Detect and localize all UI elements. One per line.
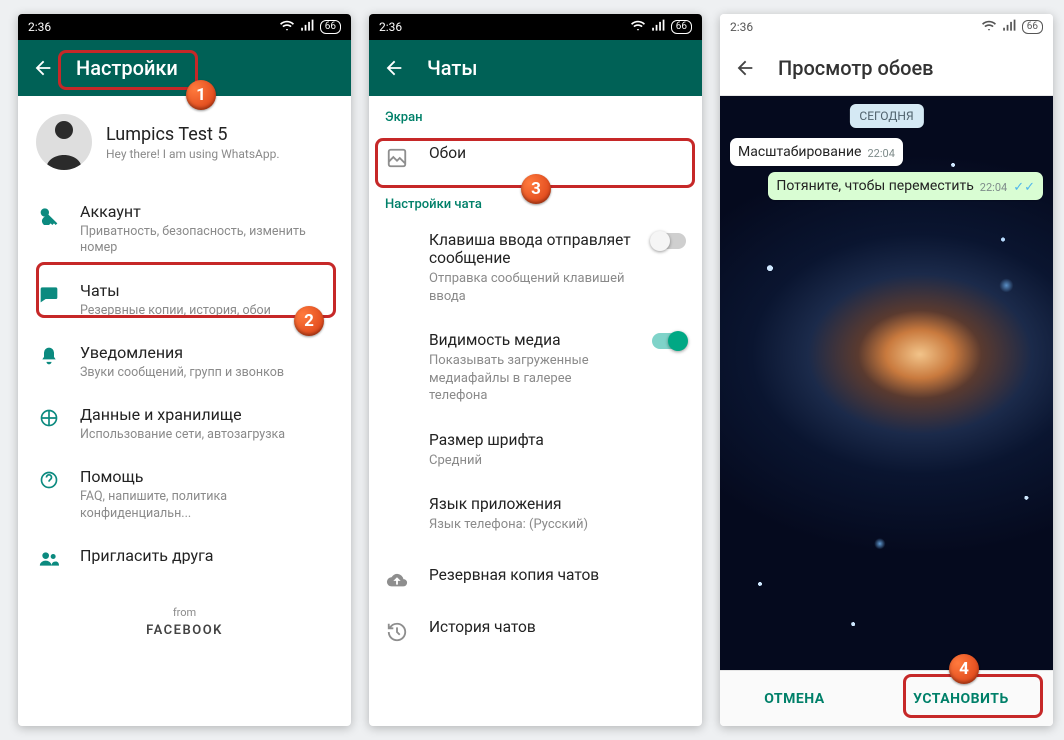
set-button[interactable]: УСТАНОВИТЬ — [897, 681, 1025, 717]
back-icon[interactable] — [734, 57, 756, 79]
cloud-upload-icon — [385, 568, 409, 592]
message-time: 22:04 — [980, 181, 1007, 194]
message-time: 22:04 — [867, 147, 894, 160]
wallpaper-icon — [385, 146, 409, 170]
menu-item-notifications[interactable]: Уведомления Звуки сообщений, групп и звон… — [18, 331, 351, 393]
setting-backup[interactable]: Резервная копия чатов — [369, 553, 702, 605]
menu-item-help[interactable]: Помощь FAQ, напишите, политика конфиденци… — [18, 455, 351, 534]
menu-title: Чаты — [80, 281, 271, 300]
screen-wallpaper-preview: 2:36 66 Просмотр обоев СЕГОДНЯ Масштабир… — [720, 14, 1053, 726]
appbar-title: Чаты — [427, 56, 477, 80]
toggle-media-visibility[interactable] — [652, 333, 686, 349]
from-label: from — [18, 606, 351, 619]
menu-title: Аккаунт — [80, 202, 331, 221]
wifi-icon — [982, 19, 996, 36]
setting-media-visibility[interactable]: Видимость медиа Показывать загруженные ме… — [369, 318, 702, 418]
appbar-title: Просмотр обоев — [778, 56, 934, 80]
status-time: 2:36 — [28, 20, 51, 34]
profile-row[interactable]: Lumpics Test 5 Hey there! I am using Wha… — [18, 96, 351, 190]
signal-icon — [651, 19, 665, 36]
menu-item-account[interactable]: Аккаунт Приватность, безопасность, измени… — [18, 190, 351, 269]
menu-item-invite[interactable]: Пригласить друга — [18, 534, 351, 582]
setting-title: Резервная копия чатов — [429, 566, 686, 584]
status-right: 66 — [631, 19, 692, 36]
people-icon — [38, 548, 60, 570]
history-icon — [385, 620, 409, 644]
setting-title: История чатов — [429, 618, 686, 636]
message-incoming: Масштабирование 22:04 — [730, 138, 903, 166]
battery-indicator: 66 — [671, 20, 692, 34]
setting-title: Видимость медиа — [429, 331, 632, 349]
setting-font-size[interactable]: Размер шрифта Средний — [369, 418, 702, 483]
status-bar: 2:36 66 — [720, 14, 1053, 40]
step-badge-3: 3 — [521, 174, 551, 204]
appbar-settings: Настройки — [18, 40, 351, 96]
menu-title: Пригласить друга — [80, 546, 214, 565]
message-outgoing: Потяните, чтобы переместить 22:04 ✓✓ — [768, 172, 1043, 200]
facebook-label: FACEBOOK — [18, 623, 351, 638]
menu-title: Данные и хранилище — [80, 405, 285, 424]
setting-title: Размер шрифта — [429, 431, 686, 449]
menu-item-data[interactable]: Данные и хранилище Использование сети, ав… — [18, 393, 351, 455]
date-chip: СЕГОДНЯ — [849, 104, 923, 128]
message-text: Потяните, чтобы переместить — [776, 178, 973, 194]
status-time: 2:36 — [730, 20, 753, 34]
menu-sub: FAQ, напишите, политика конфиденциальн..… — [80, 489, 331, 522]
preview-action-bar: ОТМЕНА УСТАНОВИТЬ — [720, 670, 1053, 726]
avatar — [36, 114, 92, 170]
setting-title: Обои — [429, 144, 686, 162]
status-right: 66 — [280, 19, 341, 36]
status-bar: 2:36 66 — [369, 14, 702, 40]
battery-indicator: 66 — [320, 20, 341, 34]
menu-sub: Звуки сообщений, групп и звонков — [80, 365, 284, 381]
profile-name: Lumpics Test 5 — [106, 124, 280, 145]
status-time: 2:36 — [379, 20, 402, 34]
key-icon — [38, 204, 60, 226]
menu-title: Помощь — [80, 467, 331, 486]
battery-indicator: 66 — [1022, 20, 1043, 34]
step-badge-1: 1 — [186, 80, 216, 110]
status-right: 66 — [982, 19, 1043, 36]
section-screen: Экран — [369, 96, 702, 131]
from-facebook: from FACEBOOK — [18, 606, 351, 638]
back-icon[interactable] — [32, 57, 54, 79]
settings-menu: Аккаунт Приватность, безопасность, измени… — [18, 190, 351, 590]
message-text: Масштабирование — [738, 144, 861, 160]
menu-title: Уведомления — [80, 343, 284, 362]
screen-settings: 2:36 66 Настройки Lumpics Test 5 Hey the… — [18, 14, 351, 726]
profile-status: Hey there! I am using WhatsApp. — [106, 147, 280, 161]
signal-icon — [1002, 19, 1016, 36]
step-badge-4: 4 — [949, 654, 979, 684]
setting-title: Клавиша ввода отправляет сообщение — [429, 231, 632, 267]
step-badge-2: 2 — [294, 306, 324, 336]
setting-sub: Язык телефона: (Русский) — [429, 516, 686, 534]
bell-icon — [38, 345, 60, 367]
screen-chats-settings: 2:36 66 Чаты Экран Обои Настройки чата К… — [369, 14, 702, 726]
setting-sub: Показывать загруженные медиафайлы в гале… — [429, 352, 632, 405]
setting-sub: Средний — [429, 452, 686, 470]
wifi-icon — [631, 19, 645, 36]
appbar-title: Настройки — [76, 56, 178, 80]
signal-icon — [300, 19, 314, 36]
appbar-chats: Чаты — [369, 40, 702, 96]
menu-sub: Использование сети, автозагрузка — [80, 427, 285, 443]
chat-icon — [38, 283, 60, 305]
setting-app-language[interactable]: Язык приложения Язык телефона: (Русский) — [369, 482, 702, 547]
status-bar: 2:36 66 — [18, 14, 351, 40]
setting-enter-sends[interactable]: Клавиша ввода отправляет сообщениеОтправ… — [369, 218, 702, 318]
cancel-button[interactable]: ОТМЕНА — [748, 681, 840, 717]
appbar-preview: Просмотр обоев — [720, 40, 1053, 96]
setting-sub: Отправка сообщений клавишей ввода — [429, 270, 632, 305]
read-ticks-icon: ✓✓ — [1013, 181, 1035, 194]
menu-sub: Резервные копии, история, обои — [80, 303, 271, 319]
data-icon — [38, 407, 60, 429]
setting-title: Язык приложения — [429, 495, 686, 513]
setting-history[interactable]: История чатов — [369, 605, 702, 657]
wallpaper-preview-area[interactable]: СЕГОДНЯ Масштабирование 22:04 Потяните, … — [720, 96, 1053, 670]
wifi-icon — [280, 19, 294, 36]
back-icon[interactable] — [383, 57, 405, 79]
help-icon — [38, 469, 60, 491]
toggle-enter-sends[interactable] — [652, 233, 686, 249]
menu-sub: Приватность, безопасность, изменить номе… — [80, 224, 331, 257]
